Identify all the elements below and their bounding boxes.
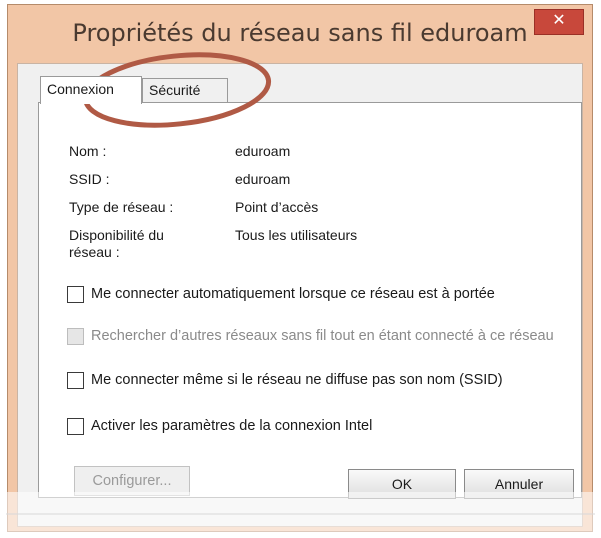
- hidden-ssid-checkbox[interactable]: [67, 372, 84, 389]
- title-bar[interactable]: Propriétés du réseau sans fil eduroam ✕: [8, 5, 592, 57]
- close-icon: ✕: [552, 12, 566, 29]
- tab-securite-label: Sécurité: [149, 82, 201, 98]
- dialog-window: Propriétés du réseau sans fil eduroam ✕ …: [7, 4, 593, 532]
- reflection-artifact: [0, 492, 601, 538]
- auto-connect-checkbox[interactable]: [67, 286, 84, 303]
- dialog-client-area: Connexion Sécurité Nom : eduroam SSID : …: [17, 63, 583, 527]
- name-label: Nom :: [69, 143, 107, 159]
- tab-securite[interactable]: Sécurité: [142, 78, 228, 102]
- window-title: Propriétés du réseau sans fil eduroam: [72, 19, 528, 47]
- tab-connexion[interactable]: Connexion: [40, 76, 142, 104]
- auto-connect-label: Me connecter automatiquement lorsque ce …: [91, 286, 495, 302]
- network-type-value: Point d’accès: [235, 199, 319, 215]
- intel-settings-label: Activer les paramètres de la connexion I…: [91, 418, 373, 434]
- availability-label: Disponibilité du réseau :: [69, 227, 164, 260]
- ssid-label: SSID :: [69, 171, 110, 187]
- name-value: eduroam: [235, 143, 291, 159]
- search-other-networks-checkbox: [67, 328, 84, 345]
- close-button[interactable]: ✕: [534, 9, 584, 35]
- hidden-ssid-label: Me connecter même si le réseau ne diffus…: [91, 372, 503, 388]
- search-other-networks-label: Rechercher d’autres réseaux sans fil tou…: [91, 328, 554, 344]
- intel-settings-checkbox[interactable]: [67, 418, 84, 435]
- connexion-panel: Nom : eduroam SSID : eduroam Type de rés…: [38, 102, 582, 498]
- tab-connexion-label: Connexion: [47, 81, 114, 97]
- network-type-label: Type de réseau :: [69, 199, 174, 215]
- availability-value: Tous les utilisateurs: [235, 227, 358, 243]
- ssid-value: eduroam: [235, 171, 291, 187]
